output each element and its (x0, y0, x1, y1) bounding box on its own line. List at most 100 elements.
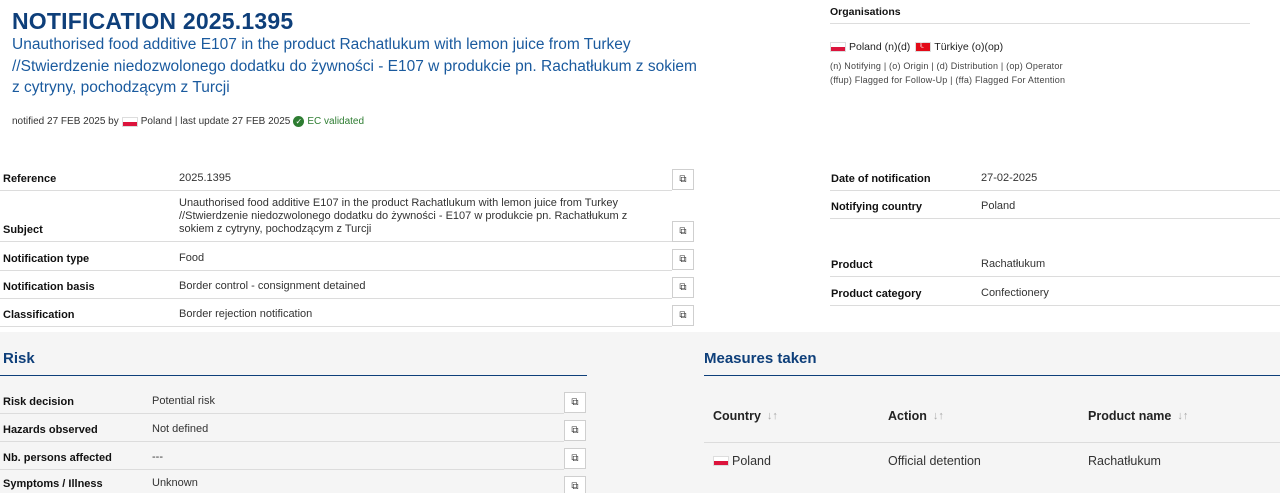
check-circle-icon: ✓ (293, 116, 305, 127)
notification-basis-row: Notification basis Border control - cons… (0, 271, 672, 299)
notifying-country-label: Notifying country (831, 201, 923, 213)
copy-icon: ⧉ (571, 453, 579, 464)
divider (830, 23, 1250, 24)
copy-reference-button[interactable]: ⧉ (672, 169, 694, 190)
legend-line: (n) Notifying | (o) Origin | (d) Distrib… (830, 61, 1063, 71)
copy-type-button[interactable]: ⧉ (672, 249, 694, 270)
persons-affected-value[interactable]: --- (152, 451, 163, 469)
column-header-label: Product name (1088, 409, 1172, 423)
table-cell-country: Poland (713, 454, 771, 468)
date-row: Date of notification 27-02-2025 (830, 168, 1280, 191)
classification-label: Classification (3, 309, 75, 321)
risk-section-title: Risk (3, 350, 35, 367)
notification-type-row: Notification type Food (0, 242, 672, 271)
hazards-label: Hazards observed (3, 424, 98, 436)
measure-country: Poland (732, 454, 771, 468)
sort-icon[interactable]: ↓↑ (1177, 410, 1188, 422)
risk-decision-label: Risk decision (3, 396, 74, 408)
risk-section-divider (0, 375, 587, 376)
hazards-value[interactable]: Not defined (152, 423, 208, 441)
organisation-label: Türkiye (o)(op) (934, 41, 1004, 53)
flag-turkey-icon (915, 40, 932, 52)
product-category-row: Product category Confectionery (830, 277, 1280, 306)
symptoms-row: Symptoms / Illness Unknown (0, 470, 564, 493)
product-category-value[interactable]: Confectionery (981, 287, 1049, 305)
notification-header-area: NOTIFICATION 2025.1395 Unauthorised food… (0, 0, 1280, 332)
reference-value[interactable]: 2025.1395 (179, 172, 231, 190)
copy-basis-button[interactable]: ⧉ (672, 277, 694, 298)
table-cell-action: Official detention (888, 454, 981, 468)
copy-icon: ⧉ (571, 481, 579, 492)
copy-subject-button[interactable]: ⧉ (672, 221, 694, 242)
page-title: NOTIFICATION 2025.1395 (12, 8, 294, 34)
organisations-panel: Organisations Poland (n)(d) Türkiye (o)(… (830, 6, 1250, 87)
copy-symptoms-button[interactable]: ⧉ (564, 476, 586, 493)
reference-row: Reference 2025.1395 (0, 168, 672, 191)
notification-type-value[interactable]: Food (179, 252, 204, 270)
last-update-text: | last update 27 FEB 2025 (174, 116, 291, 127)
flag-poland-icon (121, 116, 138, 127)
symptoms-value[interactable]: Unknown (152, 477, 198, 493)
notifying-country-row: Notifying country Poland (830, 191, 1280, 219)
symptoms-label: Symptoms / Illness (3, 478, 103, 490)
product-value[interactable]: Rachatłukum (981, 258, 1045, 276)
notified-text: notified 27 FEB 2025 by (12, 116, 119, 127)
subject-value[interactable]: Unauthorised food additive E107 in the p… (179, 197, 659, 241)
organisation-label: Poland (n)(d) (849, 41, 911, 53)
copy-hazards-button[interactable]: ⧉ (564, 420, 586, 441)
date-label: Date of notification (831, 173, 931, 185)
measures-section-divider (704, 375, 1280, 376)
classification-value[interactable]: Border rejection notification (179, 308, 312, 326)
column-header-product-name[interactable]: Product name ↓↑ (1088, 409, 1188, 423)
column-header-label: Action (888, 409, 927, 423)
notifying-country-value[interactable]: Poland (981, 200, 1015, 218)
column-header-action[interactable]: Action ↓↑ (888, 409, 944, 423)
sort-icon[interactable]: ↓↑ (767, 410, 778, 422)
organisations-title: Organisations (830, 6, 901, 18)
validated-badge: ✓ EC validated (293, 116, 364, 127)
copy-icon: ⧉ (679, 282, 687, 293)
organisation-item: Poland (n)(d) (830, 41, 910, 53)
organisation-item: Türkiye (o)(op) (915, 40, 1004, 53)
table-cell-product: Rachatłukum (1088, 454, 1161, 468)
table-header-divider (704, 442, 1280, 443)
copy-classification-button[interactable]: ⧉ (672, 305, 694, 326)
risk-measures-area: Risk Risk decision Potential risk ⧉ Haza… (0, 332, 1280, 493)
reference-label: Reference (3, 173, 57, 185)
organisations-list: Poland (n)(d) Türkiye (o)(op) (830, 40, 1250, 53)
flag-poland-icon (713, 456, 729, 466)
sort-icon[interactable]: ↓↑ (933, 410, 944, 422)
legend-line: (ffup) Flagged for Follow-Up | (ffa) Fla… (830, 75, 1066, 85)
risk-decision-value[interactable]: Potential risk (152, 395, 215, 413)
column-header-country[interactable]: Country ↓↑ (713, 409, 778, 423)
product-row: Product Rachatłukum (830, 250, 1280, 277)
product-label: Product (831, 259, 873, 271)
measures-section-title: Measures taken (704, 350, 817, 367)
copy-icon: ⧉ (679, 226, 687, 237)
subject-row: Subject Unauthorised food additive E107 … (0, 191, 672, 242)
copy-icon: ⧉ (679, 310, 687, 321)
notified-country: Poland (140, 116, 172, 127)
organisations-legend: (n) Notifying | (o) Origin | (d) Distrib… (830, 59, 1250, 87)
notification-basis-value[interactable]: Border control - consignment detained (179, 280, 366, 298)
notification-type-label: Notification type (3, 253, 90, 265)
product-category-label: Product category (831, 288, 922, 300)
risk-decision-row: Risk decision Potential risk (0, 390, 564, 414)
copy-icon: ⧉ (679, 174, 687, 185)
copy-persons-button[interactable]: ⧉ (564, 448, 586, 469)
hazards-row: Hazards observed Not defined (0, 414, 564, 442)
notification-subtitle: Unauthorised food additive E107 in the p… (12, 36, 697, 96)
validated-label: EC validated (307, 116, 365, 127)
persons-affected-row: Nb. persons affected --- (0, 442, 564, 470)
column-header-label: Country (713, 409, 761, 423)
copy-icon: ⧉ (571, 397, 579, 408)
date-value[interactable]: 27-02-2025 (981, 172, 1037, 190)
copy-icon: ⧉ (679, 254, 687, 265)
copy-risk-decision-button[interactable]: ⧉ (564, 392, 586, 413)
flag-poland-icon (830, 42, 846, 52)
copy-icon: ⧉ (571, 425, 579, 436)
persons-affected-label: Nb. persons affected (3, 452, 112, 464)
classification-row: Classification Border rejection notifica… (0, 299, 672, 327)
notification-basis-label: Notification basis (3, 281, 95, 293)
notification-meta: notified 27 FEB 2025 by Poland | last up… (12, 116, 364, 127)
